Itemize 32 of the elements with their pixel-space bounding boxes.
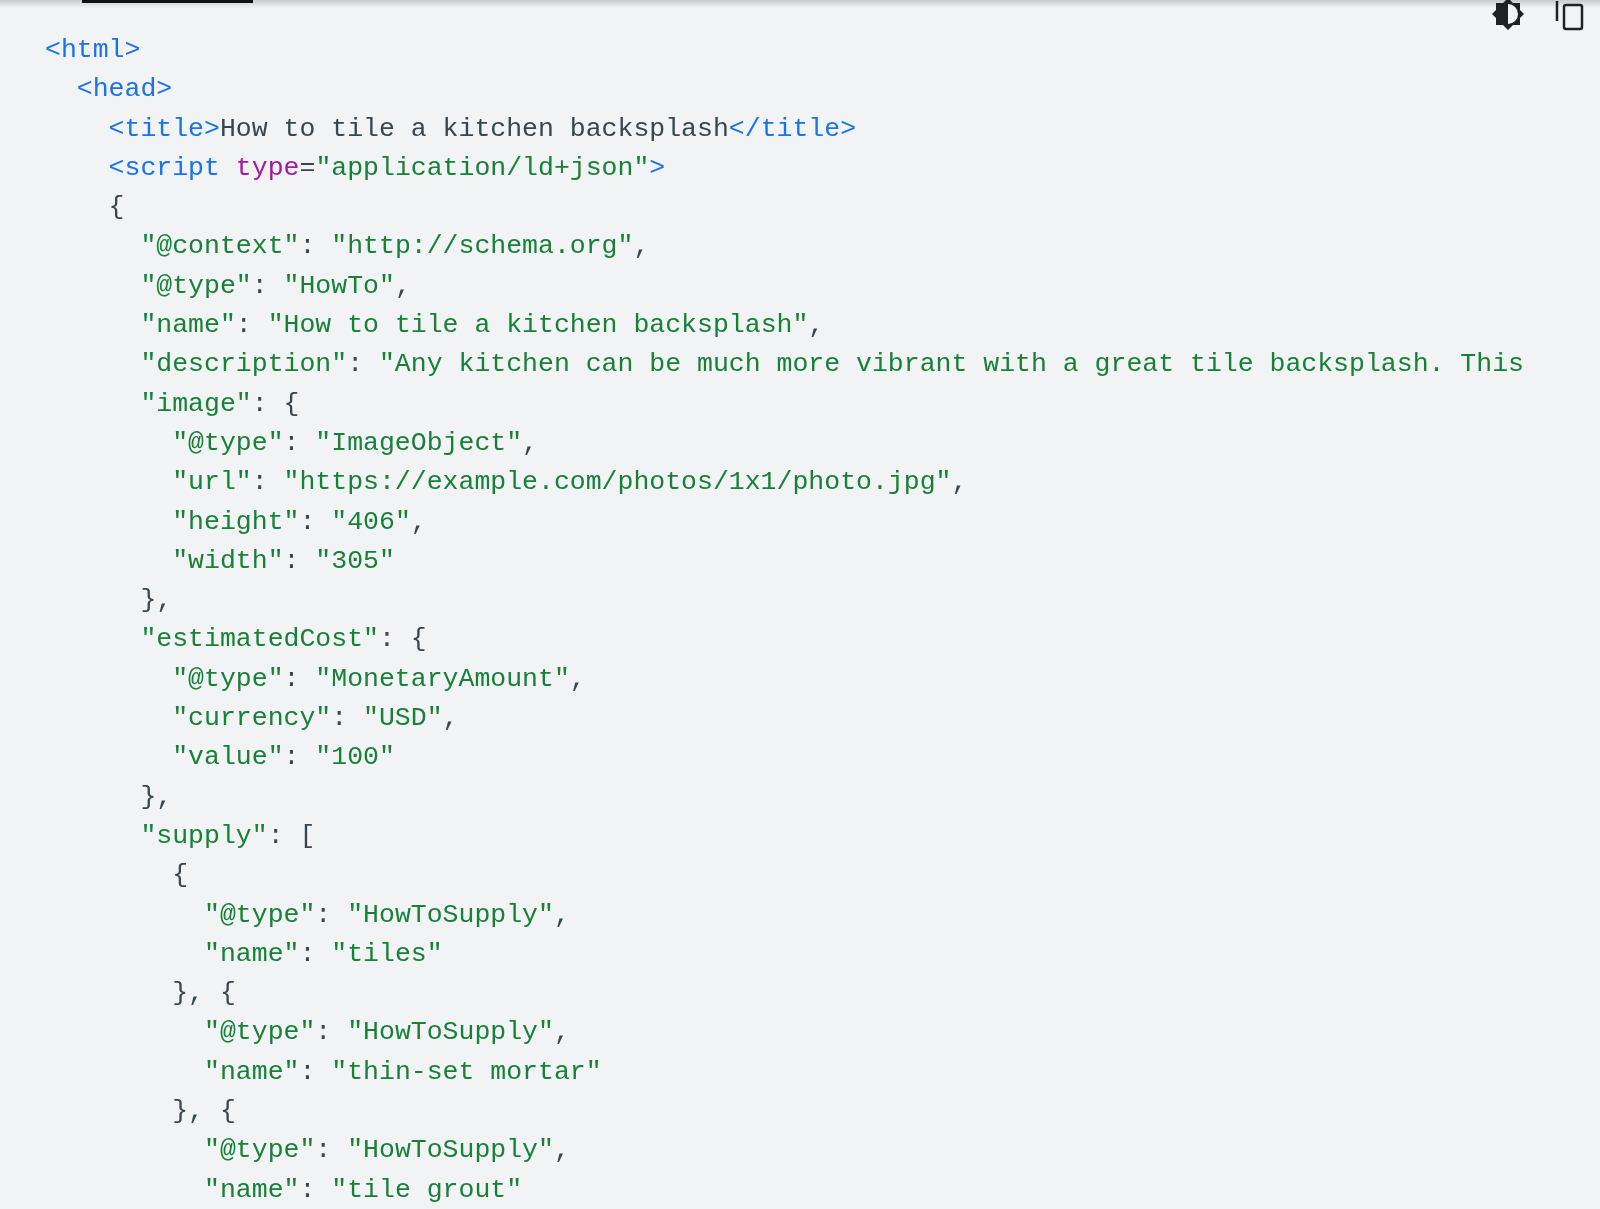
code-line: "@type": "HowTo", <box>139 269 412 303</box>
code-line: { <box>171 859 190 893</box>
code-line: "currency": "USD", <box>171 702 460 736</box>
copy-icon[interactable] <box>1555 1 1585 31</box>
code-line: "name": "How to tile a kitchen backsplash", <box>139 309 826 343</box>
code-line: "supply": [ <box>139 819 317 853</box>
code-line: "@type": "ImageObject", <box>171 426 539 460</box>
code-line: <head> <box>75 73 174 107</box>
code-line: "@type": "HowToSupply", <box>203 1134 571 1168</box>
code-line: "description": "Any kitchen can be much more vibrant with a great tile backsplash. This <box>139 348 1525 382</box>
code-line: "url": "https://example.com/photos/1x1/photo.jpg", <box>171 466 969 500</box>
code-line: "@type": "HowToSupply", <box>203 898 571 932</box>
code-line: <script type="application/ld+json"> <box>107 151 667 185</box>
code-line: { <box>107 191 126 225</box>
code-line: <html> <box>45 34 142 67</box>
brightness-icon[interactable] <box>1491 0 1525 30</box>
code-line: "@context": "http://schema.org", <box>139 230 651 264</box>
code-line: "estimatedCost": { <box>139 623 428 657</box>
code-line: "image": { <box>139 387 301 421</box>
code-line: "height": "406", <box>171 505 428 539</box>
code-line: "name": "tiles" <box>203 937 444 971</box>
code-line: <title>How to tile a kitchen backsplash</title> <box>107 112 858 146</box>
code-line: "width": "305" <box>171 544 396 578</box>
code-line: "name": "thin-set mortar" <box>203 1055 603 1089</box>
code-line: "name": "tile grout" <box>203 1173 524 1207</box>
code-line: "value": "100" <box>171 741 396 775</box>
code-line: "@type": "MonetaryAmount", <box>171 662 587 696</box>
code-line: "@type": "HowToSupply", <box>203 1016 571 1050</box>
code-line: }, { <box>171 1095 237 1128</box>
code-line: }, <box>139 780 174 814</box>
code-line: }, <box>139 584 174 618</box>
code-line: }, { <box>171 977 237 1011</box>
